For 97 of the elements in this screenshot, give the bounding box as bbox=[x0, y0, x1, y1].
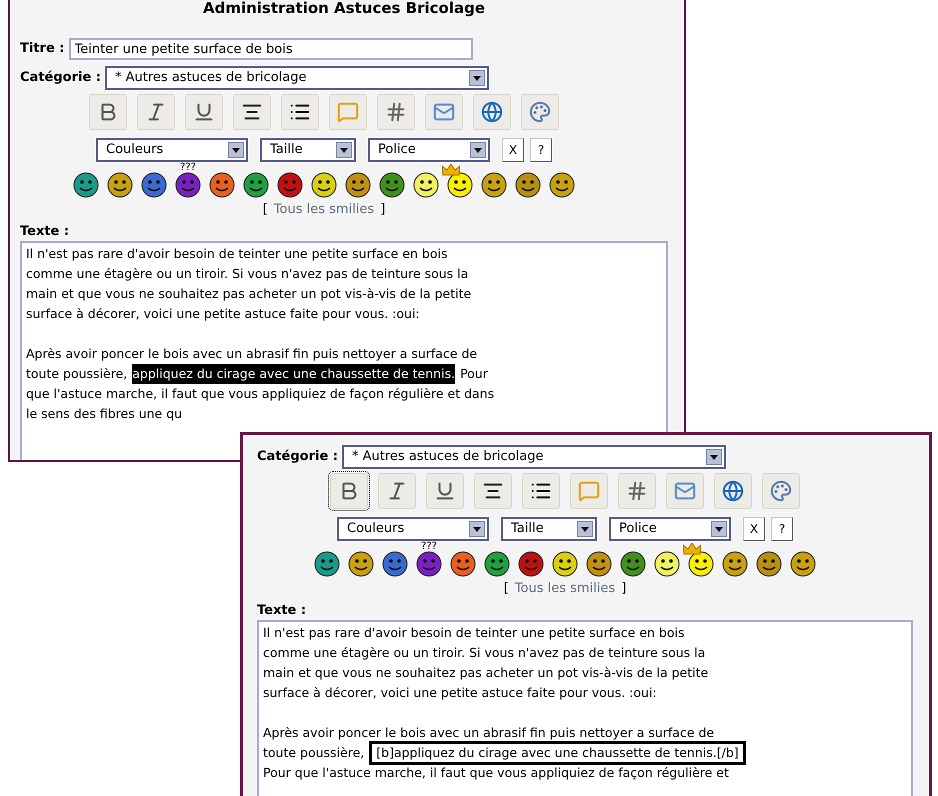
toolbar-button[interactable] bbox=[281, 94, 319, 130]
underline-icon bbox=[193, 101, 215, 123]
text-line: Il n'est pas rare d'avoir besoin de teinter une petite surface en bois bbox=[263, 624, 684, 642]
smiley-icon[interactable] bbox=[450, 551, 476, 577]
hash-icon bbox=[385, 101, 407, 123]
smiley-icon[interactable] bbox=[481, 172, 507, 198]
text-line: toute poussière, bbox=[263, 744, 364, 762]
globe-icon bbox=[722, 480, 744, 502]
all-smilies-link[interactable]: Tous les smilies bbox=[514, 579, 616, 598]
toolbar-button[interactable] bbox=[522, 473, 560, 509]
text-line: surface à décorer, voici une petite astuce faite pour vous. :oui: bbox=[263, 684, 657, 702]
format-dropdown[interactable]: Police bbox=[368, 138, 490, 162]
smiley-icon[interactable] bbox=[586, 551, 612, 577]
smiley-icon[interactable] bbox=[552, 551, 578, 577]
smiley-icon[interactable] bbox=[175, 172, 201, 198]
toolbar-button[interactable] bbox=[185, 94, 223, 130]
toolbar-button[interactable] bbox=[474, 473, 512, 509]
bbcode-callout: [b]appliquez du cirage avec une chaussette de tennis.[/b] bbox=[369, 741, 746, 765]
selected-text: appliquez du cirage avec une chaussette de tennis. bbox=[132, 364, 456, 384]
field-label: Texte : bbox=[257, 602, 308, 620]
text-line: surface à décorer, voici une petite astuce faite pour vous. :oui: bbox=[26, 305, 420, 323]
smiley-icon[interactable] bbox=[756, 551, 782, 577]
text-line: le sens des fibres une qu bbox=[26, 405, 182, 423]
smiley-icon[interactable] bbox=[447, 172, 473, 198]
hash-icon bbox=[626, 480, 648, 502]
speech-bubble-icon bbox=[578, 480, 600, 502]
field-label: Texte : bbox=[20, 222, 70, 240]
speech-bubble-icon bbox=[337, 101, 359, 123]
underline-icon bbox=[434, 480, 456, 502]
smiley-icon[interactable] bbox=[620, 551, 646, 577]
smiley-icon[interactable] bbox=[277, 172, 303, 198]
palette-icon bbox=[770, 480, 792, 502]
smiley-icon[interactable] bbox=[348, 551, 374, 577]
field-label: Catégorie : bbox=[20, 69, 101, 88]
format-dropdown[interactable]: Couleurs bbox=[337, 517, 489, 541]
small-button[interactable]: X bbox=[502, 138, 524, 162]
text-line: toute poussière, bbox=[26, 365, 128, 383]
category-dropdown[interactable]: * Autres astuces de bricolage bbox=[105, 66, 489, 90]
bracket: [ bbox=[262, 201, 268, 219]
smiley-icon[interactable] bbox=[243, 172, 269, 198]
small-button[interactable]: X bbox=[743, 517, 765, 541]
smiley-icon[interactable] bbox=[107, 172, 133, 198]
smiley-icon[interactable] bbox=[209, 172, 235, 198]
text-line: Il n'est pas rare d'avoir besoin de teinter une petite surface en bois bbox=[26, 245, 448, 263]
smiley-icon[interactable] bbox=[549, 172, 575, 198]
bracket: ] bbox=[621, 580, 626, 598]
smiley-icon[interactable] bbox=[790, 551, 816, 577]
smiley-caption: ??? bbox=[180, 162, 196, 173]
category-dropdown[interactable]: * Autres astuces de bricolage bbox=[342, 445, 726, 469]
smiley-icon[interactable] bbox=[413, 172, 439, 198]
small-button[interactable]: ? bbox=[771, 517, 793, 541]
bracket: ] bbox=[380, 201, 386, 219]
toolbar-button[interactable] bbox=[89, 94, 127, 130]
globe-icon bbox=[481, 101, 503, 123]
text-line: que l'astuce marche, il faut que vous appliquiez de façon régulière et dans bbox=[26, 385, 494, 403]
smiley-icon[interactable] bbox=[141, 172, 167, 198]
smiley-icon[interactable] bbox=[518, 551, 544, 577]
smiley-icon[interactable] bbox=[73, 172, 99, 198]
smiley-icon[interactable] bbox=[382, 551, 408, 577]
format-dropdown[interactable]: Couleurs bbox=[96, 138, 248, 162]
text-line: Après avoir poncer le bois avec un abrasif fin puis nettoyer a surface de bbox=[263, 724, 714, 742]
smiley-icon[interactable] bbox=[654, 551, 680, 577]
smiley-icon[interactable] bbox=[379, 172, 405, 198]
envelope-icon bbox=[674, 480, 696, 502]
title-input[interactable]: Teinter une petite surface de bois bbox=[68, 38, 472, 60]
format-dropdown[interactable]: Police bbox=[609, 517, 731, 541]
smiley-caption: ??? bbox=[421, 541, 437, 552]
text-line: comme une étagère ou un tiroir. Si vous n'avez pas de teinture sous la bbox=[263, 644, 706, 662]
field-label: Titre : bbox=[20, 40, 64, 58]
text-line: Pour que l'astuce marche, il faut que vous appliquiez de façon régulière et bbox=[263, 764, 729, 782]
smiley-icon[interactable] bbox=[314, 551, 340, 577]
format-dropdown[interactable]: Taille bbox=[501, 517, 597, 541]
toolbar-button[interactable] bbox=[426, 473, 464, 509]
text-line: comme une étagère ou un tiroir. Si vous n'avez pas de teinture sous la bbox=[26, 265, 468, 283]
format-dropdown[interactable]: Taille bbox=[260, 138, 356, 162]
text-line: Après avoir poncer le bois avec un abrasif fin puis nettoyer a surface de bbox=[26, 345, 478, 363]
field-label: Catégorie : bbox=[257, 448, 338, 466]
bracket: [ bbox=[504, 580, 509, 598]
toolbar-button[interactable] bbox=[378, 473, 416, 509]
all-smilies-link[interactable]: Tous les smilies bbox=[274, 200, 374, 220]
smiley-icon[interactable] bbox=[515, 172, 541, 198]
smiley-icon[interactable] bbox=[416, 551, 442, 577]
text-line: Pour bbox=[460, 365, 488, 383]
envelope-icon bbox=[433, 101, 455, 123]
smiley-icon[interactable] bbox=[311, 172, 337, 198]
smiley-icon[interactable] bbox=[722, 551, 748, 577]
small-button[interactable]: ? bbox=[530, 138, 552, 162]
palette-icon bbox=[529, 101, 551, 123]
text-line: main et que vous ne souhaitez pas acheter un pot vis-à-vis de la petite bbox=[26, 285, 472, 303]
page-title: Administration Astuces Bricolage bbox=[202, 0, 486, 16]
smiley-icon[interactable] bbox=[345, 172, 371, 198]
smiley-icon[interactable] bbox=[688, 551, 714, 577]
toolbar-button[interactable] bbox=[330, 473, 368, 509]
text-line: main et que vous ne souhaitez pas acheter un pot vis-à-vis de la petite bbox=[263, 664, 708, 682]
smiley-icon[interactable] bbox=[484, 551, 510, 577]
toolbar-button[interactable] bbox=[233, 94, 271, 130]
toolbar-button[interactable] bbox=[137, 94, 175, 130]
